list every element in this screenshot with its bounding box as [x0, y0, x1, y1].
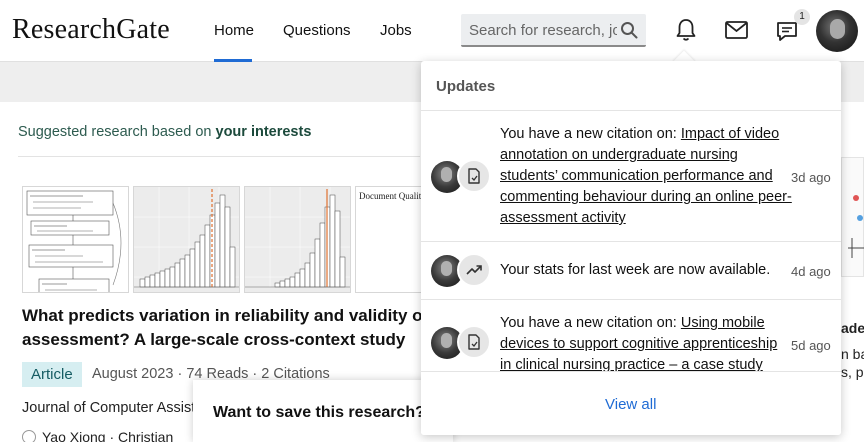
- paper-authors[interactable]: Yao Xiong · Christian: [22, 429, 173, 442]
- notification-item[interactable]: You have a new citation on: Using mobile…: [421, 300, 841, 372]
- updates-panel: Updates You have a new citation on: Impa…: [421, 61, 841, 435]
- save-research-popup[interactable]: Want to save this research?: [193, 380, 453, 442]
- save-research-prompt: Want to save this research?: [213, 404, 425, 421]
- suggested-interests-link[interactable]: your interests: [216, 124, 312, 140]
- histogram-figure-2: [245, 187, 350, 292]
- logo[interactable]: ResearchGate: [12, 14, 170, 46]
- nav-questions[interactable]: Questions: [283, 22, 351, 39]
- figure-thumbnail-histogram-2[interactable]: [244, 186, 351, 293]
- messages-badge: 1: [794, 9, 810, 25]
- nav-home[interactable]: Home: [214, 22, 254, 39]
- figure-thumbnail-document[interactable]: Document Quality: [355, 186, 425, 293]
- right-card-text-1: n ba: [841, 346, 864, 362]
- paper-title-line-1[interactable]: What predicts variation in reliability a…: [22, 304, 422, 328]
- notification-text: Your stats for last week are now availab…: [500, 262, 771, 278]
- notification-item[interactable]: You have a new citation on: Impact of vi…: [421, 112, 841, 242]
- right-card-title[interactable]: ader: [841, 320, 864, 336]
- nav-jobs[interactable]: Jobs: [380, 22, 412, 39]
- messages-icon[interactable]: [776, 21, 798, 42]
- figure-thumbnail-histogram-1[interactable]: [133, 186, 240, 293]
- right-card-figure: [848, 195, 864, 258]
- notification-type-badge: [457, 253, 491, 287]
- flowchart-figure: [26, 190, 122, 292]
- article-type-badge: Article: [22, 362, 82, 387]
- updates-title: Updates: [436, 78, 496, 95]
- search-input[interactable]: Search for research, jobs: [461, 14, 646, 47]
- view-all-link[interactable]: View all: [605, 396, 656, 413]
- avatar-face: [830, 19, 845, 39]
- notification-text: You have a new citation on: Impact of vi…: [500, 124, 792, 229]
- paper-title-line-2[interactable]: assessment? A large-scale cross-context …: [22, 328, 405, 352]
- bell-icon[interactable]: [675, 18, 697, 42]
- document-thumbnail-text: Document Quality: [359, 191, 425, 201]
- author-icon: [22, 430, 36, 442]
- notification-time: 5d ago: [791, 338, 831, 353]
- right-card-text-2: s, p: [841, 364, 864, 380]
- search-placeholder: Search for research, jobs: [469, 22, 617, 39]
- notification-time: 4d ago: [791, 264, 831, 279]
- figure-thumbnail-flowchart[interactable]: [22, 186, 129, 293]
- histogram-figure-1: [134, 187, 239, 292]
- paper-journal[interactable]: Journal of Computer Assisted Learning: [22, 400, 196, 416]
- notification-type-badge: [457, 159, 491, 193]
- search-icon[interactable]: [620, 21, 638, 39]
- notification-text: You have a new citation on: Using mobile…: [500, 313, 792, 372]
- view-all-container: View all: [421, 371, 841, 435]
- suggested-prefix: Suggested research based on: [18, 124, 216, 140]
- document-icon: [468, 334, 480, 350]
- right-card-thumbnail[interactable]: [841, 157, 864, 277]
- notification-prefix: You have a new citation on:: [500, 126, 681, 142]
- divider: [18, 156, 420, 157]
- top-bar: ResearchGate Home Questions Jobs Search …: [0, 0, 864, 62]
- updates-header: Updates: [421, 61, 841, 111]
- mail-icon[interactable]: [725, 21, 748, 39]
- notification-prefix: You have a new citation on:: [500, 315, 681, 331]
- trending-up-icon: [466, 265, 482, 275]
- notification-item[interactable]: Your stats for last week are now availab…: [421, 242, 841, 300]
- notification-type-badge: [457, 325, 491, 359]
- avatar[interactable]: [816, 10, 858, 52]
- notification-time: 3d ago: [791, 170, 831, 185]
- suggested-heading: Suggested research based on your interes…: [18, 124, 311, 140]
- document-icon: [468, 168, 480, 184]
- author-names: Yao Xiong · Christian: [42, 429, 174, 442]
